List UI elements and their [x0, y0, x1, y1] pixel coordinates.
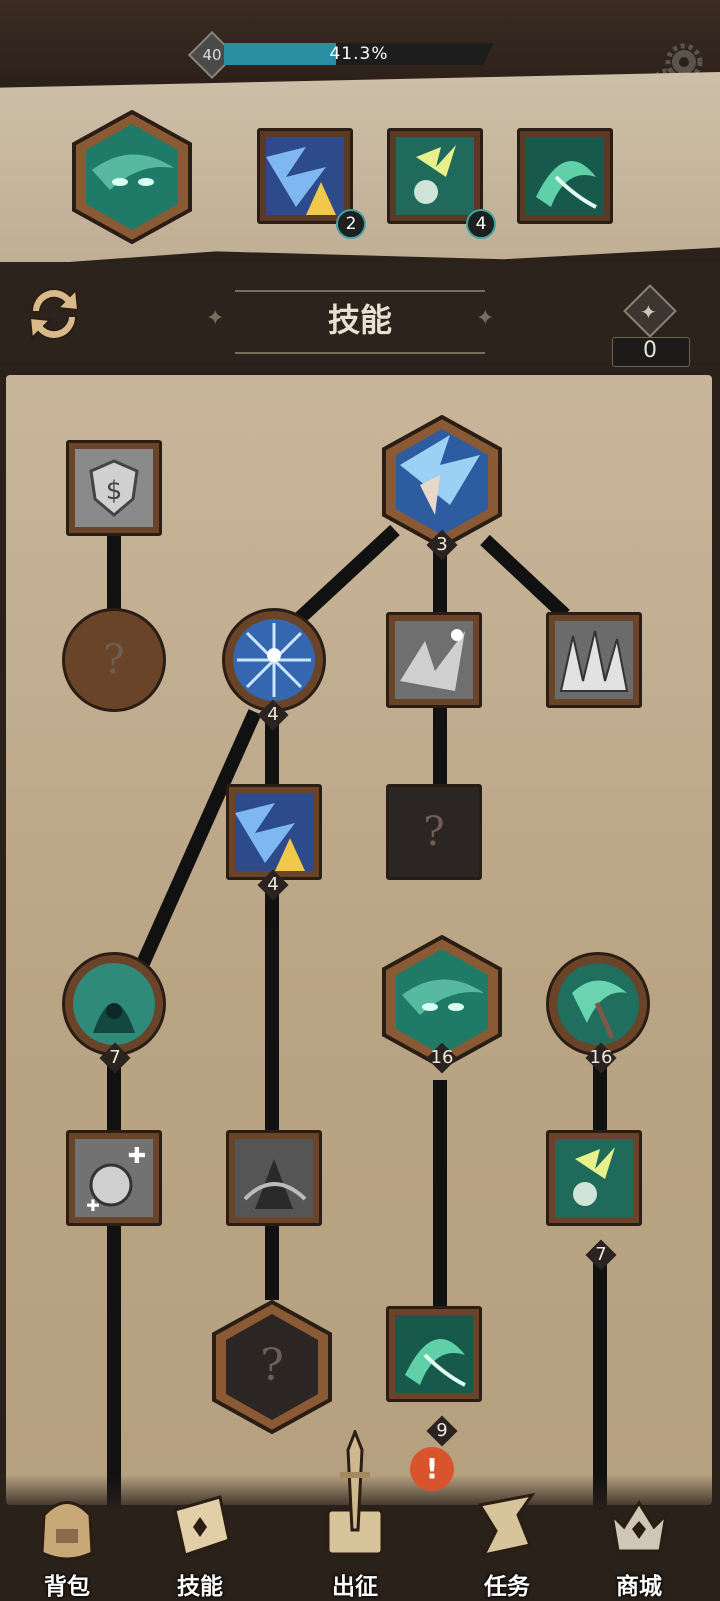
nav-expedition[interactable]: 出征 — [300, 1430, 410, 1601]
skill-level-badge: 16 — [585, 1042, 617, 1074]
shop-crown-icon — [609, 1500, 669, 1553]
skill-node-ice-storm[interactable] — [226, 784, 322, 880]
skill-node-frost-orb[interactable] — [222, 608, 326, 712]
nav-label: 商城 — [616, 1574, 662, 1600]
exclamation-icon: ! — [410, 1447, 454, 1491]
green-lightning-icon — [555, 1139, 633, 1217]
skill-node-green-cyclone[interactable] — [386, 1306, 482, 1402]
skill-node-green-whirl[interactable] — [546, 952, 650, 1056]
svg-text:$: $ — [106, 476, 123, 506]
frost-orb-icon — [233, 619, 315, 701]
green-hood-icon — [73, 963, 155, 1045]
question-mark-icon: ? — [423, 809, 445, 855]
skill-tree-connections — [107, 524, 607, 1510]
quest-scroll-icon — [477, 1492, 536, 1558]
skill-level-badge: 16 — [426, 1042, 458, 1074]
skill-level-badge: 3 — [426, 529, 458, 561]
skill-level-badge: 7 — [585, 1239, 617, 1271]
skill-node-unknown-1[interactable]: ? — [62, 608, 166, 712]
nav-label: 出征 — [332, 1574, 378, 1600]
nav-label: 背包 — [44, 1574, 90, 1600]
skill-level-badge: 7 — [99, 1042, 131, 1074]
nav-label: 任务 — [484, 1574, 530, 1600]
nav-label: 技能 — [177, 1574, 223, 1600]
skill-node-ice-spikes[interactable] — [546, 612, 642, 708]
skill-node-unknown-2[interactable]: ? — [386, 784, 482, 880]
ice-spikes-icon — [555, 621, 633, 699]
skill-level-badge: 4 — [257, 869, 289, 901]
potion-heal-icon: ✚ ✚ — [75, 1139, 153, 1217]
skill-level-badge: 4 — [257, 699, 289, 731]
skill-node-shield-buff[interactable]: $ — [66, 440, 162, 536]
skill-node-dark-warrior[interactable] — [226, 1130, 322, 1226]
skill-node-potion-heal[interactable]: ✚ ✚ — [66, 1130, 162, 1226]
skill-book-icon — [173, 1495, 231, 1557]
skill-node-shatter[interactable] — [386, 612, 482, 708]
backpack-icon — [40, 1501, 94, 1561]
svg-text:✚: ✚ — [86, 1196, 99, 1215]
nav-quests[interactable]: 任务 — [452, 1485, 562, 1601]
dark-warrior-icon — [235, 1139, 313, 1217]
ice-storm-icon — [235, 793, 313, 871]
nav-shop[interactable]: 商城 — [584, 1485, 694, 1601]
question-mark-icon: ? — [103, 637, 125, 683]
nav-backpack[interactable]: 背包 — [12, 1485, 122, 1601]
nav-skills[interactable]: 技能 — [145, 1485, 255, 1601]
skill-node-green-hood[interactable] — [62, 952, 166, 1056]
svg-text:✚: ✚ — [128, 1144, 146, 1169]
skill-level-badge: 9 — [426, 1415, 458, 1447]
expedition-sword-icon — [326, 1430, 384, 1556]
skill-node-unknown-3[interactable]: ? — [210, 1299, 334, 1435]
green-whirl-icon — [557, 963, 639, 1045]
question-mark-icon: ? — [260, 1340, 284, 1391]
shatter-icon — [395, 621, 473, 699]
shield-buff-icon: $ — [75, 449, 153, 527]
skill-node-green-lightning[interactable] — [546, 1130, 642, 1226]
green-cyclone-icon — [395, 1315, 473, 1393]
